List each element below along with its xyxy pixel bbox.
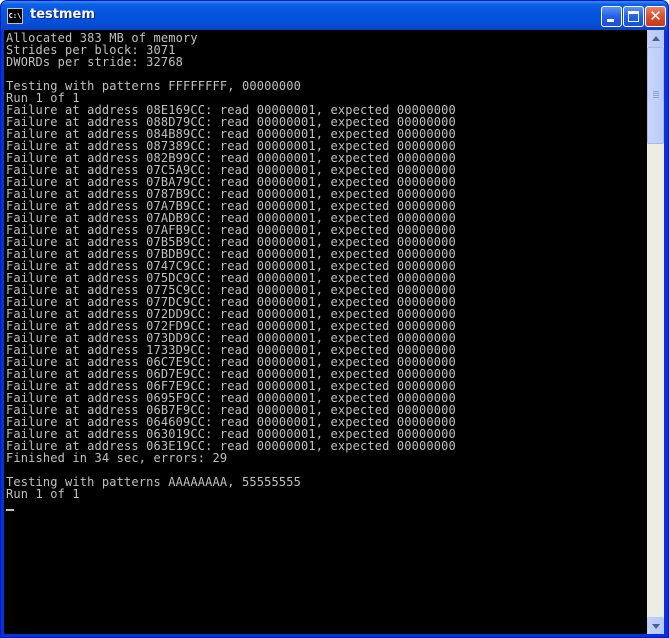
console-output[interactable]: Allocated 383 MB of memory Strides per bl… [4, 30, 647, 634]
maximize-icon [628, 11, 639, 22]
maximize-button[interactable] [623, 6, 644, 27]
arrow-down-icon [652, 624, 660, 629]
title-bar[interactable]: C:\ testmem ✕ [1, 1, 668, 31]
scroll-thumb[interactable] [647, 47, 664, 144]
grip-line [653, 97, 659, 98]
vertical-scrollbar[interactable] [647, 30, 664, 634]
console-line: DWORDs per stride: 32768 [6, 55, 183, 69]
scroll-down-button[interactable] [647, 617, 664, 634]
console-line: Run 1 of 1 [6, 487, 80, 501]
grip-line [653, 91, 659, 92]
minimize-icon [607, 19, 614, 22]
window-title: testmem [30, 7, 95, 22]
console-lines: Allocated 383 MB of memory Strides per bl… [6, 32, 456, 500]
close-button[interactable]: ✕ [645, 6, 666, 27]
minimize-button[interactable] [601, 6, 622, 27]
close-icon: ✕ [649, 7, 662, 25]
console-icon[interactable]: C:\ [7, 8, 23, 24]
console-line: Finished in 34 sec, errors: 29 [6, 451, 228, 465]
grip-line [653, 93, 659, 94]
scroll-up-button[interactable] [647, 30, 664, 47]
text-cursor [6, 509, 14, 511]
arrow-up-icon [652, 36, 660, 41]
grip-line [653, 95, 659, 96]
